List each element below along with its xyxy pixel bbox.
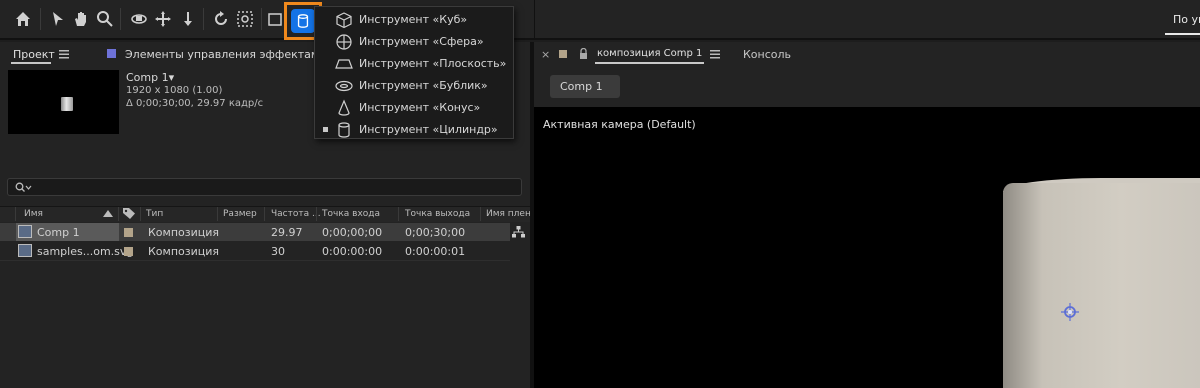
column-in-point[interactable]: Точка входа xyxy=(322,209,380,219)
tab-composition[interactable]: композиция Comp 1 xyxy=(597,48,702,59)
anchor-point-icon[interactable] xyxy=(1060,302,1080,322)
comp-navigator-chip[interactable]: Comp 1 xyxy=(550,75,620,98)
menu-item-cube[interactable]: Инструмент «Куб» xyxy=(315,9,513,31)
pan-camera-icon[interactable] xyxy=(152,8,174,30)
home-icon[interactable] xyxy=(12,8,34,30)
workspace-label: По умолч xyxy=(1173,13,1200,26)
shape-tool-dropdown: Инструмент «Куб» Инструмент «Сфера» Инст… xyxy=(314,6,514,139)
sphere-icon xyxy=(336,34,352,50)
label-color[interactable] xyxy=(124,247,133,256)
rotate-icon[interactable] xyxy=(210,8,232,30)
lock-icon[interactable] xyxy=(579,48,588,59)
composition-icon xyxy=(18,244,32,257)
label-color[interactable] xyxy=(124,228,133,237)
column-size[interactable]: Размер xyxy=(223,209,257,219)
row-in-point: 0;00;00;00 xyxy=(322,226,383,239)
effects-color-swatch xyxy=(107,49,116,58)
menu-item-plane[interactable]: Инструмент «Плоскость» xyxy=(315,53,513,75)
column-out-point[interactable]: Точка выхода xyxy=(405,209,470,219)
plane-icon xyxy=(335,59,353,69)
comp-chip-label: Comp 1 xyxy=(560,80,603,93)
row-out-point: 0;00;30;00 xyxy=(405,226,466,239)
search-input[interactable] xyxy=(7,178,522,196)
column-frame-rate[interactable]: Частота ... xyxy=(271,209,321,219)
active-camera-label: Активная камера (Default) xyxy=(543,118,696,131)
zoom-icon[interactable] xyxy=(94,8,116,30)
row-fps: 30 xyxy=(271,245,285,258)
selection-icon[interactable] xyxy=(47,8,69,30)
thumbnail-cylinder xyxy=(61,97,73,111)
selected-indicator xyxy=(323,127,328,132)
hand-icon[interactable] xyxy=(70,8,92,30)
row-out-point: 0:00:00:01 xyxy=(405,245,466,258)
tab-project[interactable]: Проект xyxy=(13,48,55,61)
column-name[interactable]: Имя xyxy=(24,209,43,219)
row-name: Comp 1 xyxy=(37,226,80,239)
cylinder-layer[interactable] xyxy=(1003,183,1200,388)
menu-item-torus[interactable]: Инструмент «Бублик» xyxy=(315,75,513,97)
pan-behind-icon[interactable] xyxy=(234,8,256,30)
label-tag-icon[interactable] xyxy=(123,208,135,219)
orbit-camera-icon[interactable] xyxy=(128,8,150,30)
column-type[interactable]: Тип xyxy=(146,209,163,219)
sort-ascending-icon xyxy=(103,210,113,217)
cylinder-icon xyxy=(291,9,315,33)
menu-item-cone[interactable]: Инструмент «Конус» xyxy=(315,97,513,119)
row-fps: 29.97 xyxy=(271,226,303,239)
panel-menu-icon[interactable] xyxy=(710,49,720,62)
toolbar: По умолч xyxy=(0,0,1200,40)
tab-console[interactable]: Консоль xyxy=(743,48,791,61)
row-in-point: 0:00:00:00 xyxy=(322,245,383,258)
menu-item-sphere[interactable]: Инструмент «Сфера» xyxy=(315,31,513,53)
column-file-name[interactable]: Имя плен xyxy=(486,209,531,219)
comp-duration: Δ 0;00;30;00, 29.97 кадр/с xyxy=(126,98,264,109)
row-type: Композиция xyxy=(148,245,220,258)
cube-icon xyxy=(336,12,352,29)
cylinder-icon xyxy=(338,122,350,138)
table-row[interactable]: Comp 1 Композиция 29.97 0;00;00;00 0;00;… xyxy=(0,223,510,241)
torus-icon xyxy=(335,80,353,92)
menu-item-cylinder[interactable]: Инструмент «Цилиндр» xyxy=(315,119,513,141)
rectangle-icon[interactable] xyxy=(264,8,286,30)
composition-icon xyxy=(18,225,32,238)
label-color xyxy=(559,50,567,58)
panel-menu-icon[interactable] xyxy=(59,49,69,62)
close-tab-button[interactable]: × xyxy=(541,48,550,61)
row-type: Композиция xyxy=(148,226,220,239)
flowchart-icon[interactable] xyxy=(512,226,525,238)
dolly-camera-icon[interactable] xyxy=(177,8,199,30)
search-icon xyxy=(15,182,32,192)
cone-icon xyxy=(338,99,350,116)
table-row[interactable]: samples...om.svg Композиция 30 0:00:00:0… xyxy=(0,242,510,260)
comp-name-dropdown[interactable]: Comp 1▾ xyxy=(126,71,174,84)
row-name: samples...om.svg xyxy=(37,245,134,258)
comp-size: 1920 x 1080 (1.00) xyxy=(126,85,223,96)
